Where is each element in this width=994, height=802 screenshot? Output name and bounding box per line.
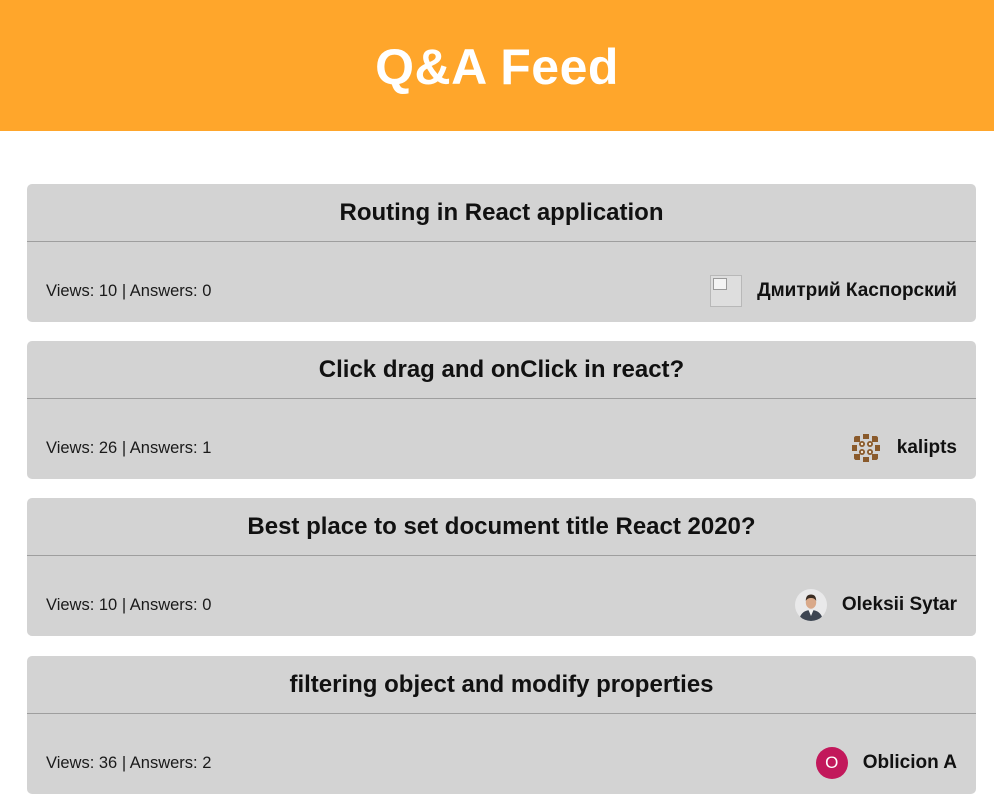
page-header: Q&A Feed xyxy=(0,0,994,131)
author-name[interactable]: kalipts xyxy=(897,437,957,459)
author-name[interactable]: Oleksii Sytar xyxy=(842,594,957,616)
broken-image-icon xyxy=(710,275,743,307)
question-stats: Views: 36 | Answers: 2 xyxy=(46,754,212,772)
question-card[interactable]: Click drag and onClick in react? Views: … xyxy=(27,341,976,479)
question-card[interactable]: Routing in React application Views: 10 |… xyxy=(27,184,976,322)
broken-image-glyph xyxy=(713,278,728,290)
author-name[interactable]: Дмитрий Каспорский xyxy=(757,280,957,302)
identicon-avatar xyxy=(849,432,882,464)
letter-avatar: O xyxy=(815,747,848,779)
question-title[interactable]: Click drag and onClick in react? xyxy=(27,341,976,399)
question-author[interactable]: kalipts xyxy=(849,431,957,465)
question-stats: Views: 10 | Answers: 0 xyxy=(46,282,212,300)
author-name[interactable]: Oblicion A xyxy=(863,752,957,774)
question-title[interactable]: Best place to set document title React 2… xyxy=(27,498,976,556)
question-card[interactable]: Best place to set document title React 2… xyxy=(27,498,976,636)
question-author[interactable]: Дмитрий Каспорский xyxy=(710,274,957,308)
question-title[interactable]: Routing in React application xyxy=(27,184,976,242)
question-stats: Views: 10 | Answers: 0 xyxy=(46,596,212,614)
question-title[interactable]: filtering object and modify properties xyxy=(27,656,976,714)
question-stats: Views: 26 | Answers: 1 xyxy=(46,439,212,457)
question-author[interactable]: O Oblicion A xyxy=(815,746,957,780)
person-photo-icon xyxy=(794,589,827,621)
user-photo-avatar xyxy=(794,589,827,621)
page-title: Q&A Feed xyxy=(375,38,619,95)
question-author[interactable]: Oleksii Sytar xyxy=(794,588,957,622)
identicon-icon xyxy=(849,432,882,464)
question-card[interactable]: filtering object and modify properties V… xyxy=(27,656,976,794)
